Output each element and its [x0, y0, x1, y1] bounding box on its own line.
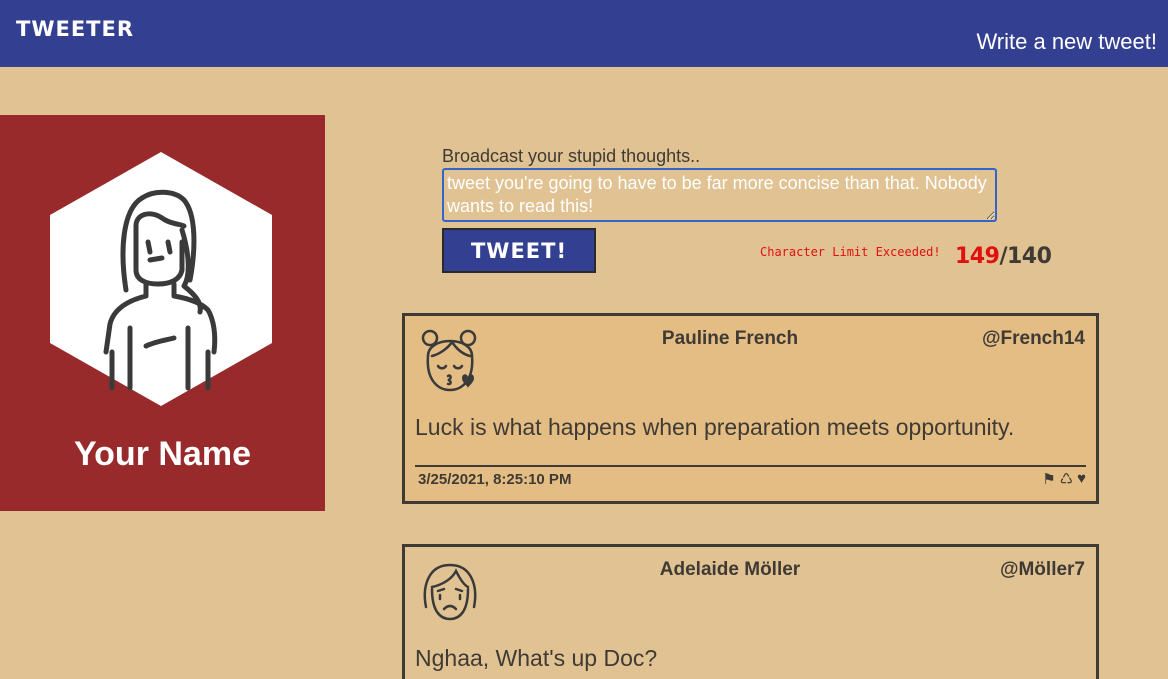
author-name: Adelaide Möller — [659, 559, 801, 580]
retweet-icon[interactable]: ♺ — [1060, 470, 1073, 488]
brand-logo[interactable]: TWEETER — [16, 17, 134, 41]
character-limit-warning: Character Limit Exceeded! — [760, 245, 941, 259]
profile-name: Your Name — [74, 435, 251, 473]
profile-card: Your Name — [0, 115, 325, 511]
tweet-timestamp: 3/25/2021, 8:25:10 PM — [418, 471, 572, 488]
author-name: Pauline French — [661, 328, 799, 349]
author-handle[interactable]: @French14 — [982, 328, 1085, 350]
counter-separator: / — [999, 244, 1007, 269]
tweet-footer: 3/25/2021, 8:25:10 PM ⚑ ♺ ♥ — [415, 465, 1086, 488]
tweet-actions: ⚑ ♺ ♥ — [1042, 470, 1086, 488]
navbar: TWEETER Write a new tweet! — [0, 0, 1168, 67]
tweet-card: Pauline French @French14 Luck is what ha… — [402, 313, 1099, 504]
flag-icon[interactable]: ⚑ — [1042, 470, 1055, 488]
heart-icon[interactable]: ♥ — [1077, 470, 1086, 488]
compose-label: Broadcast your stupid thoughts.. — [442, 146, 701, 166]
tweet-text: Luck is what happens when preparation me… — [415, 414, 1015, 440]
woman-avatar-icon — [50, 152, 272, 406]
character-count: 149 — [955, 244, 1000, 269]
write-tweet-link[interactable]: Write a new tweet! — [976, 29, 1157, 55]
tweet-input[interactable] — [442, 168, 997, 222]
tweet-text: Nghaa, What's up Doc? — [415, 645, 658, 671]
character-counter: 149/140 — [955, 244, 1052, 269]
tweet-card: Adelaide Möller @Möller7 Nghaa, What's u… — [402, 544, 1099, 679]
tweet-button[interactable]: TWEET! — [442, 228, 596, 273]
author-handle[interactable]: @Möller7 — [1000, 559, 1085, 581]
character-max: 140 — [1006, 244, 1052, 269]
